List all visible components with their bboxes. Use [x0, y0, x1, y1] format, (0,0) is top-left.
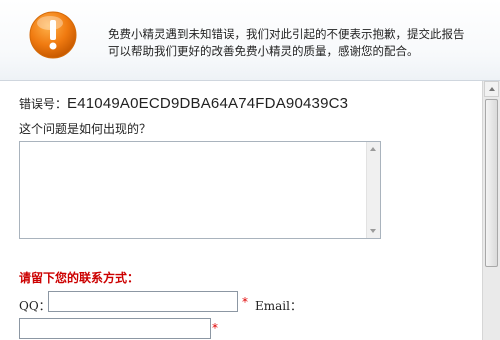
qq-label: QQ： [19, 299, 51, 313]
scroll-up-button[interactable] [484, 81, 499, 97]
error-number: 错误号：E41049A0ECD9DBA64A74FDA90439C3 [19, 95, 348, 112]
error-code: E41049A0ECD9DBA64A74FDA90439C3 [67, 95, 349, 112]
report-form: 错误号：E41049A0ECD9DBA64A74FDA90439C3 这个问题是… [0, 81, 482, 340]
qq-input[interactable] [48, 291, 238, 312]
email-required-mark: * [212, 321, 218, 335]
scroll-down-arrow-icon[interactable] [370, 229, 376, 233]
email-label: Email： [255, 299, 302, 313]
description-textarea[interactable] [19, 141, 381, 239]
scroll-up-arrow-icon[interactable] [370, 147, 376, 151]
warning-icon [29, 11, 77, 59]
error-message-line2: 可以帮助我们更好的改善免费小精灵的质量，感谢您的配合。 [108, 44, 419, 58]
scrollbar-thumb[interactable] [485, 99, 498, 267]
question-label: 这个问题是如何出现的？ [19, 122, 152, 136]
error-message: 免费小精灵遇到未知错误，我们对此引起的不便表示抱歉，提交此报告 可以帮助我们更好… [108, 26, 488, 60]
dialog-header: 免费小精灵遇到未知错误，我们对此引起的不便表示抱歉，提交此报告 可以帮助我们更好… [0, 0, 500, 81]
contact-section-title: 请留下您的联系方式： [19, 271, 140, 285]
error-message-line1: 免费小精灵遇到未知错误，我们对此引起的不便表示抱歉，提交此报告 [108, 27, 465, 41]
error-number-label: 错误号： [19, 97, 68, 111]
email-input[interactable] [19, 318, 211, 339]
scroll-up-icon [489, 87, 495, 91]
qq-required-mark: * [242, 295, 248, 309]
textarea-scrollbar[interactable] [366, 142, 380, 238]
window-scrollbar[interactable] [482, 81, 500, 340]
